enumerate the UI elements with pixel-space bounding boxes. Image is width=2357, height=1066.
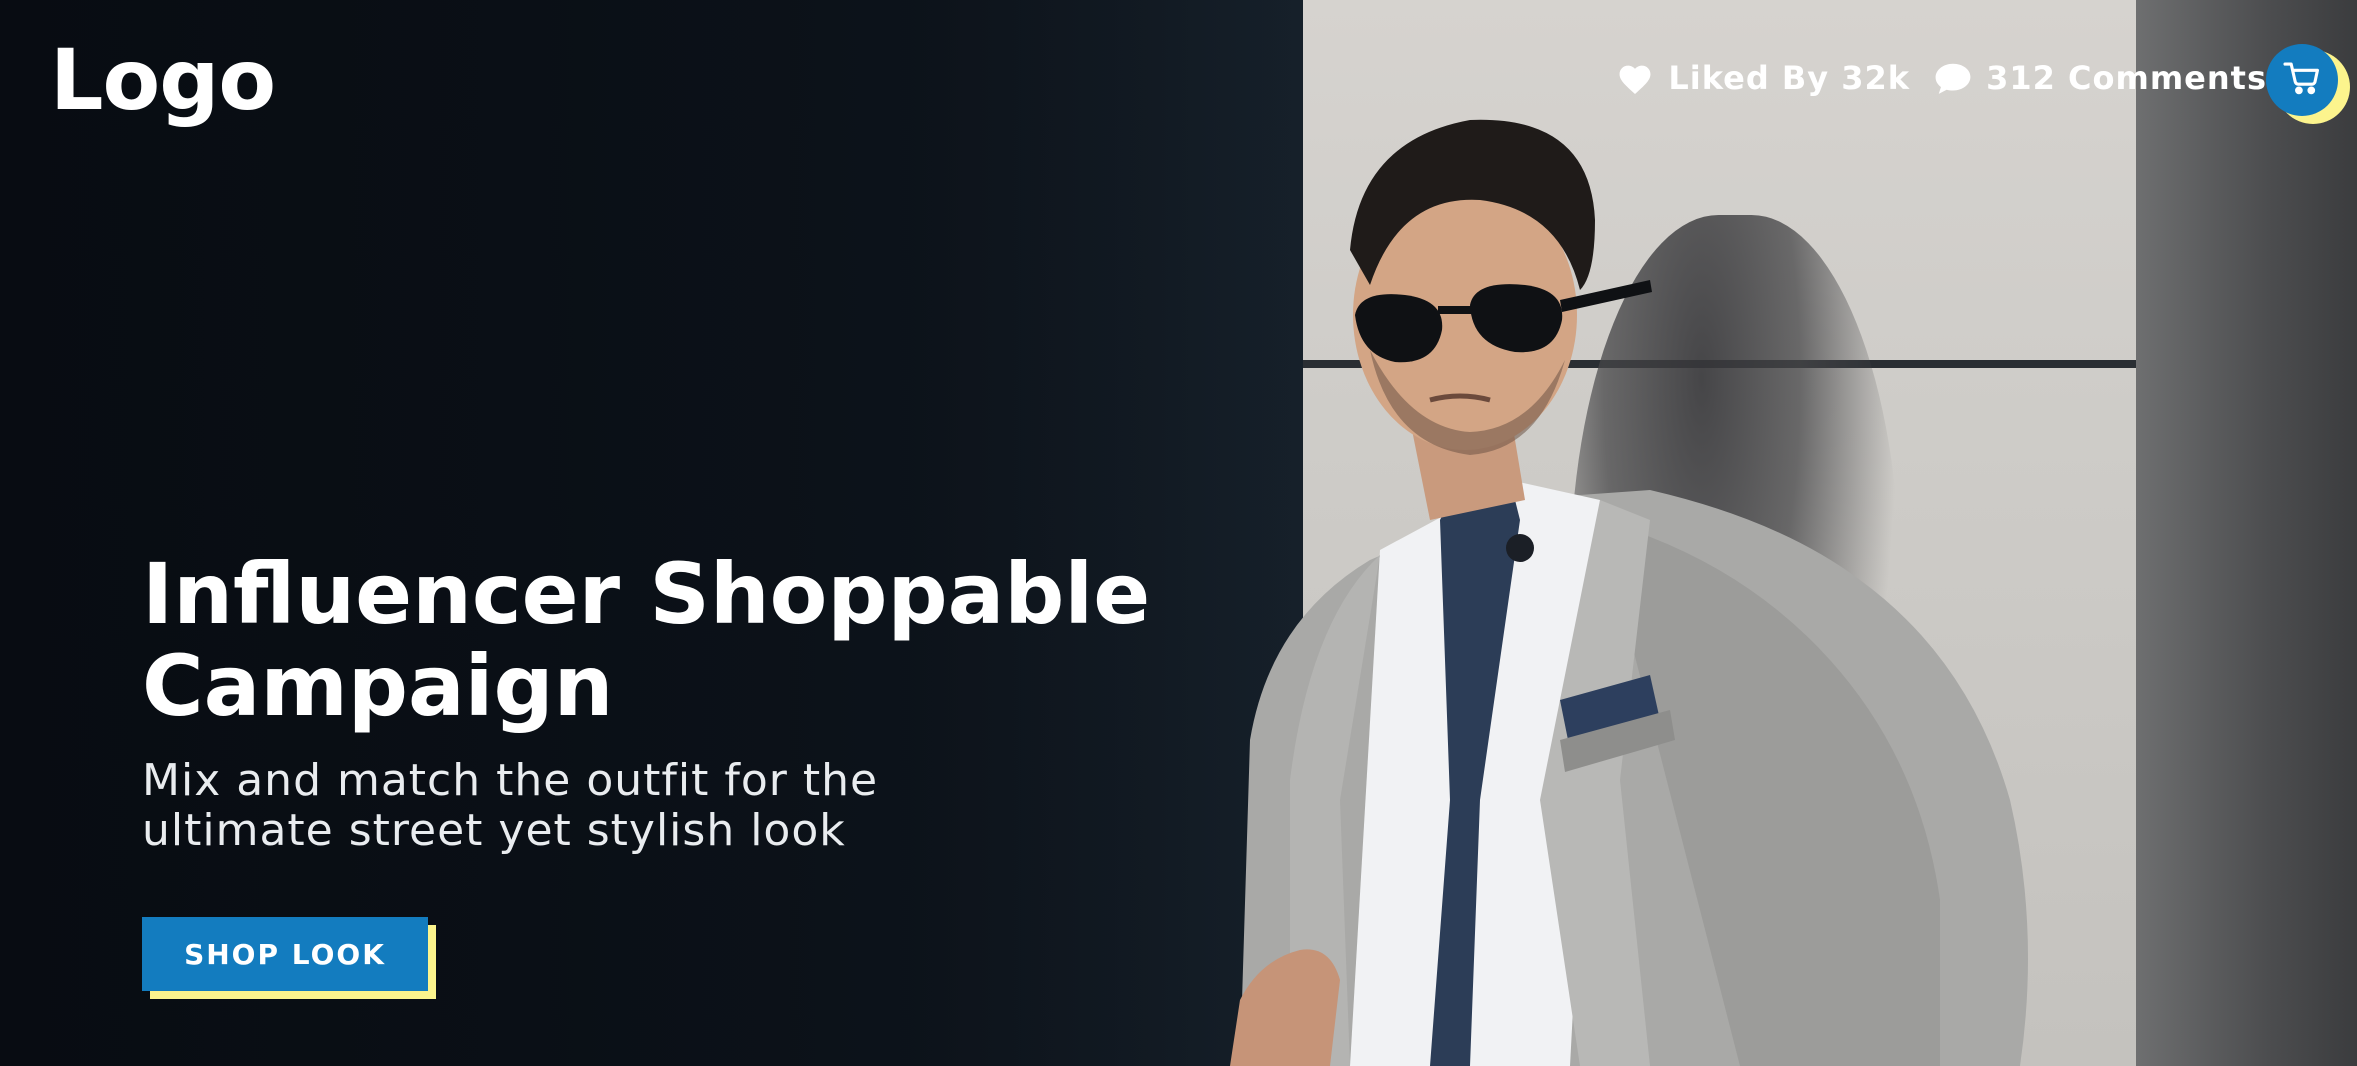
cart-button[interactable] bbox=[2266, 44, 2338, 116]
hero-headline-line2: Campaign bbox=[142, 637, 614, 735]
hero-headline-line1: Influencer Shoppable bbox=[142, 545, 1151, 643]
heart-icon bbox=[1616, 61, 1654, 95]
hero-model-image bbox=[1180, 100, 2160, 1066]
cart-widget bbox=[2266, 44, 2350, 124]
comment-bubble-icon bbox=[1934, 62, 1972, 94]
hero-subheadline-line2: ultimate street yet stylish look bbox=[142, 805, 846, 856]
site-logo[interactable]: Logo bbox=[50, 30, 276, 130]
hero-pillar bbox=[2136, 0, 2357, 1066]
likes-stat[interactable]: Liked By 32k bbox=[1616, 59, 1910, 97]
hero-headline: Influencer Shoppable Campaign bbox=[142, 548, 1242, 732]
social-stats: Liked By 32k 312 Comments bbox=[1616, 48, 2267, 108]
shopping-cart-icon bbox=[2283, 61, 2321, 99]
hero-subheadline-line1: Mix and match the outfit for the bbox=[142, 755, 879, 806]
hero-subheadline: Mix and match the outfit for the ultimat… bbox=[142, 756, 1042, 856]
comments-stat[interactable]: 312 Comments bbox=[1934, 59, 2267, 97]
hero-left-overlay bbox=[0, 0, 1300, 1066]
comments-label: 312 Comments bbox=[1986, 59, 2267, 97]
hero-background bbox=[0, 0, 2357, 1066]
shop-look-button[interactable]: SHOP LOOK bbox=[142, 917, 428, 991]
shop-look-cta: SHOP LOOK bbox=[142, 917, 436, 999]
likes-label: Liked By 32k bbox=[1668, 59, 1911, 97]
